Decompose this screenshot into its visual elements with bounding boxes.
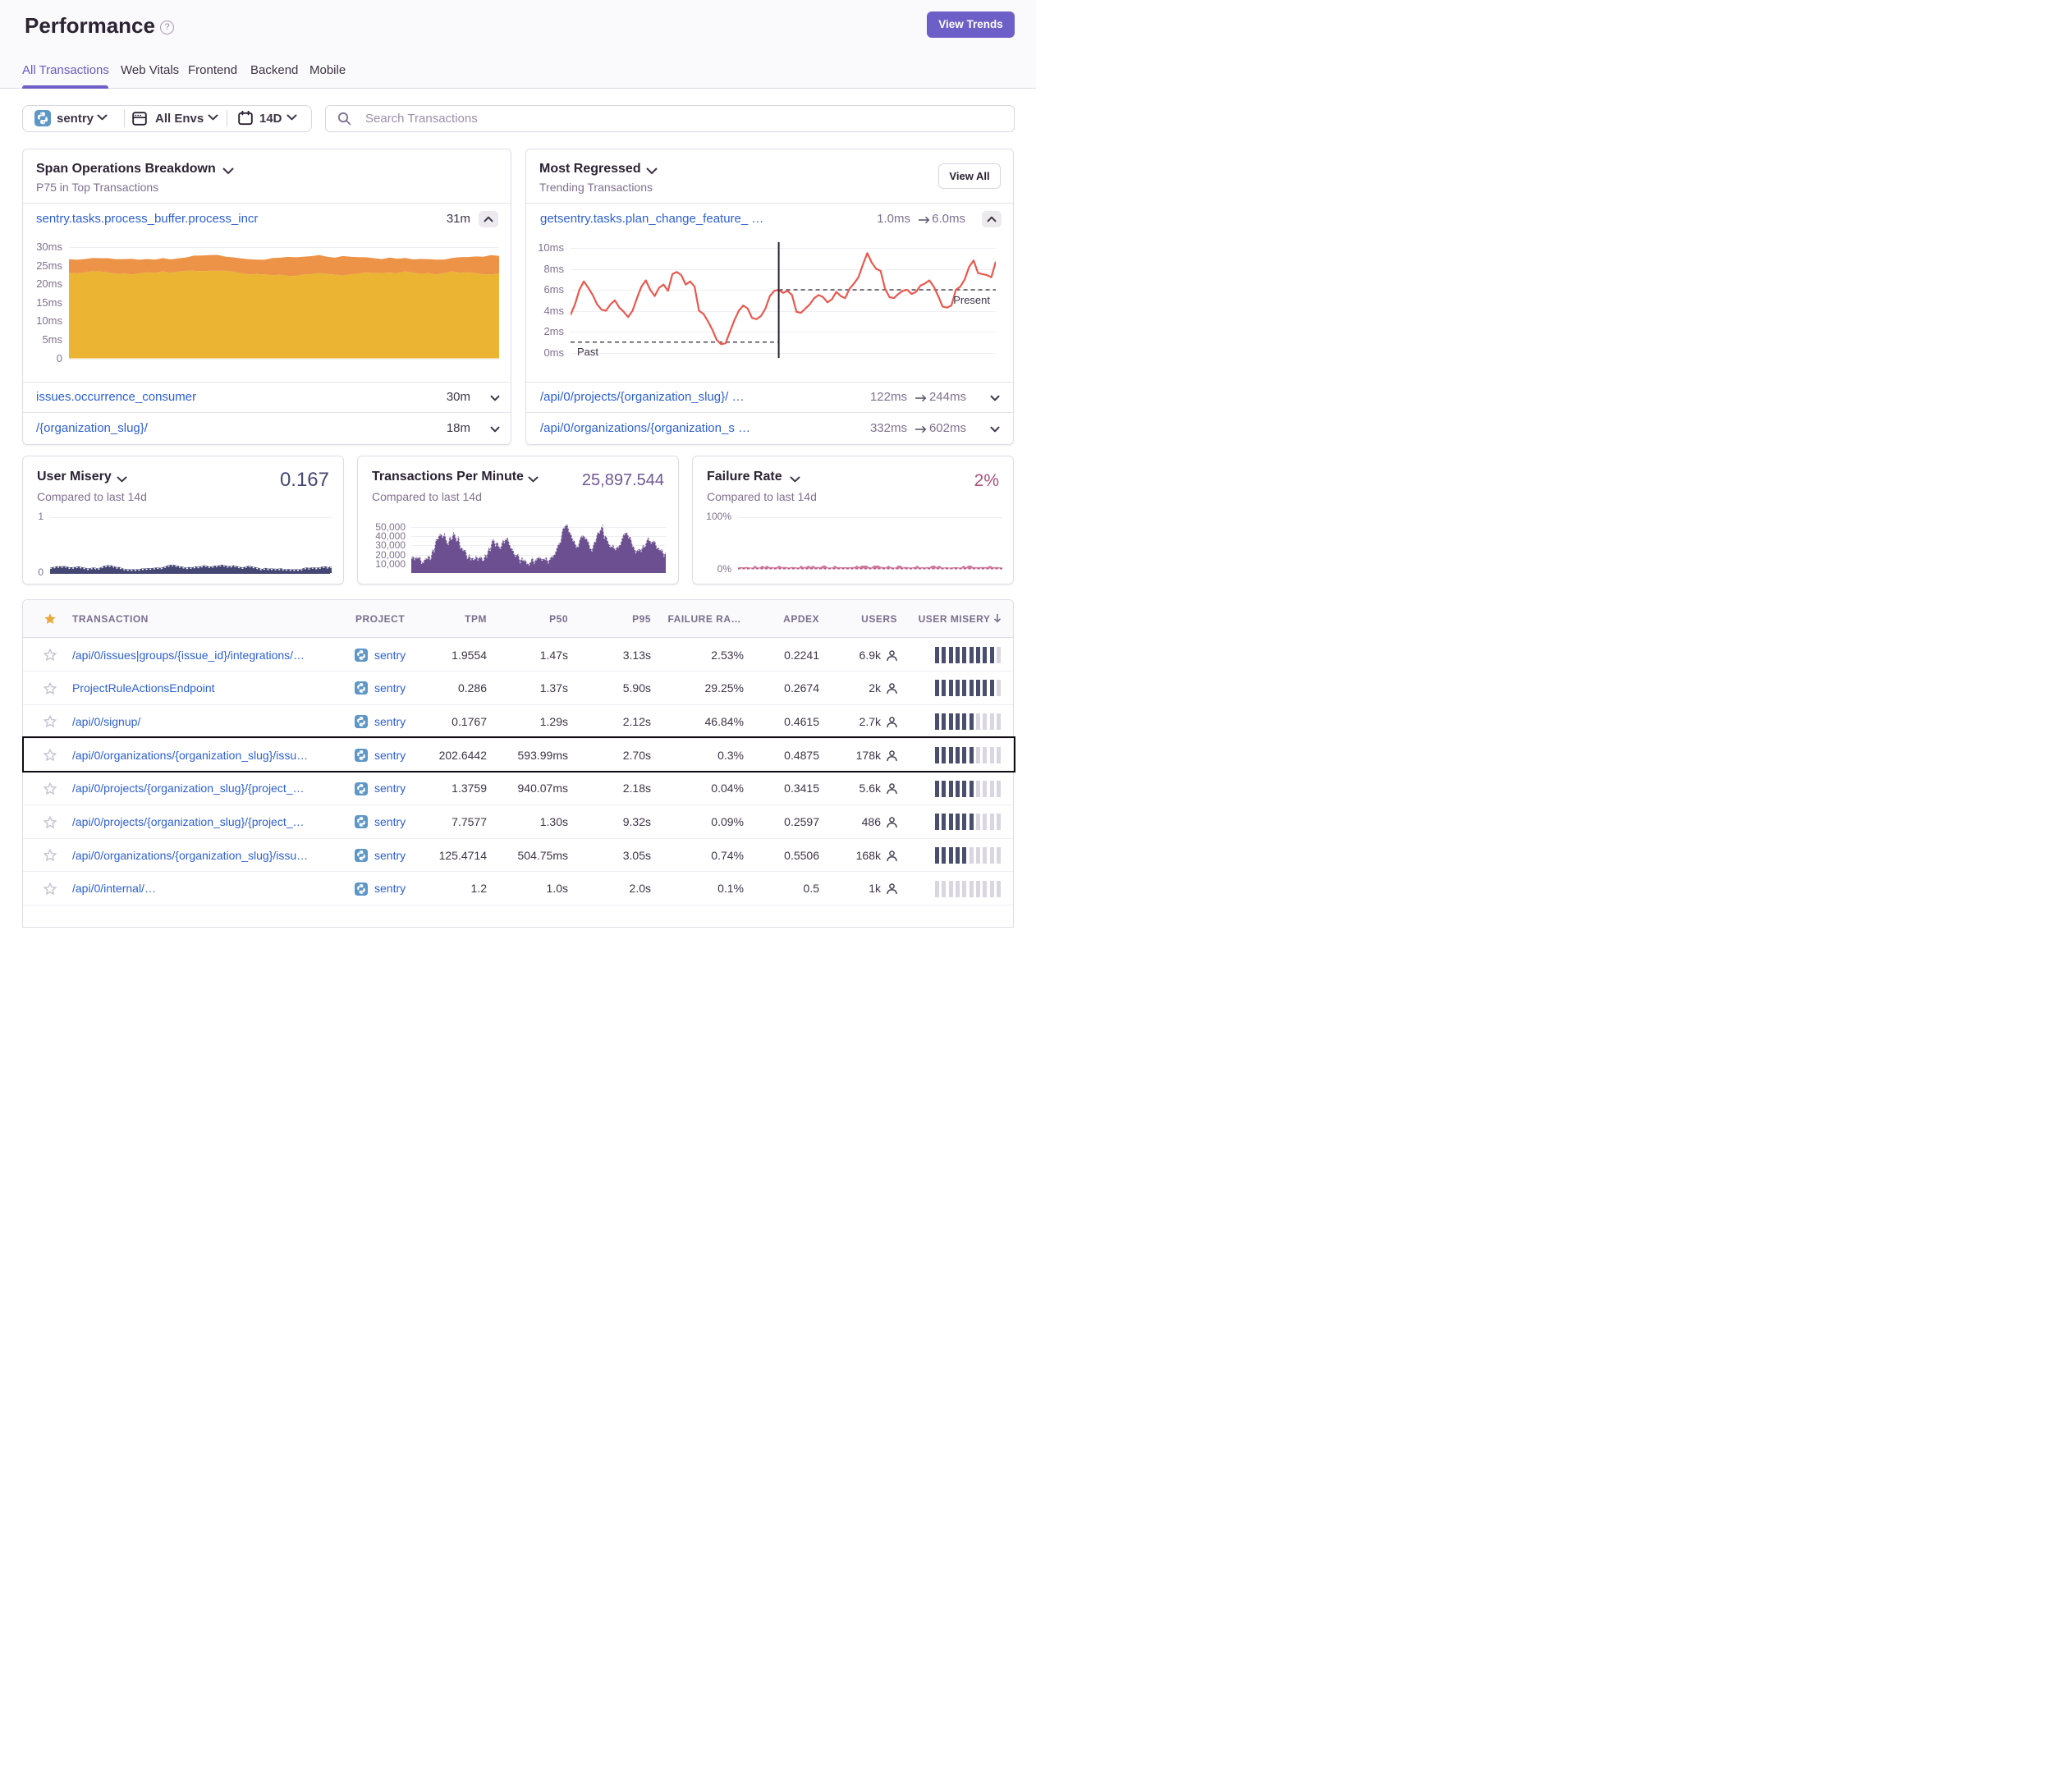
svg-text:Present: Present — [953, 294, 990, 306]
svg-text:Past: Past — [577, 346, 598, 358]
